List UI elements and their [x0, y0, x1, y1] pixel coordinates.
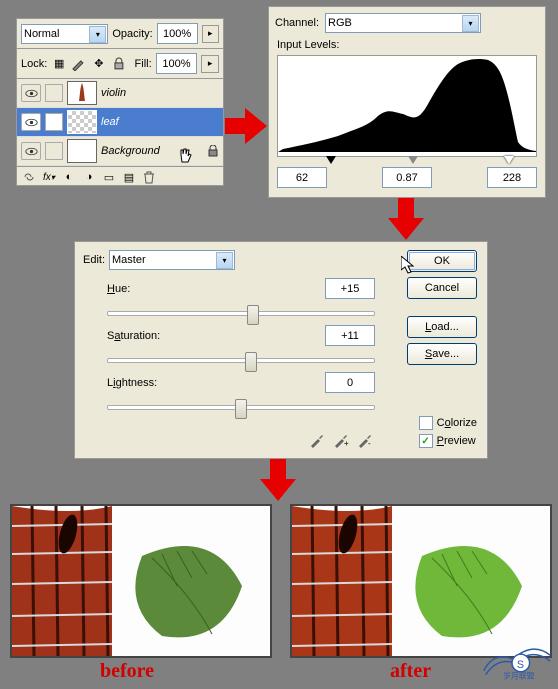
- fx-icon[interactable]: fx▾: [41, 169, 57, 185]
- mask-icon[interactable]: ◐: [61, 169, 77, 185]
- highlight-slider[interactable]: [504, 156, 514, 164]
- opacity-input[interactable]: 100%: [157, 23, 198, 44]
- colorize-checkbox[interactable]: [419, 416, 433, 430]
- colorize-label: Colorize: [437, 417, 477, 429]
- shadow-value: 62: [296, 172, 308, 184]
- layer-thumb: [67, 139, 97, 163]
- lock-transparency-icon[interactable]: ▦: [51, 56, 67, 72]
- link-icon[interactable]: [21, 169, 37, 185]
- eyedropper-plus-icon[interactable]: +: [333, 432, 349, 448]
- gamma-value: 0.87: [396, 172, 417, 184]
- edit-select[interactable]: Master ▾: [109, 250, 235, 270]
- gamma-slider[interactable]: [408, 156, 418, 164]
- before-caption: before: [100, 660, 154, 683]
- lock-label: Lock:: [21, 58, 47, 70]
- layer-thumb: [67, 110, 97, 134]
- ok-button[interactable]: OK: [407, 250, 477, 272]
- watermark-logo: S 岁月联盟: [474, 641, 552, 681]
- preview-label: Preview: [437, 435, 476, 447]
- after-caption: after: [390, 660, 431, 683]
- chevron-down-icon: ▾: [216, 252, 233, 269]
- layer-name: leaf: [101, 116, 219, 128]
- group-icon[interactable]: ▭: [101, 169, 117, 185]
- lightness-value: 0: [347, 377, 353, 389]
- channel-value: RGB: [328, 17, 352, 29]
- opacity-label: Opacity:: [112, 28, 152, 40]
- link-cell[interactable]: [45, 142, 63, 160]
- opacity-value: 100%: [163, 28, 191, 40]
- saturation-value: +11: [341, 330, 359, 342]
- hand-cursor-icon: [177, 147, 193, 165]
- blend-mode-select[interactable]: Normal ▾: [21, 24, 108, 44]
- svg-text:-: -: [368, 439, 371, 448]
- cancel-button[interactable]: Cancel: [407, 277, 477, 299]
- layers-panel: Normal▾ Opacity: 100% ▸ Lock: ▦ ✥ Fill: …: [16, 18, 224, 186]
- lightness-input[interactable]: 0: [325, 372, 375, 393]
- svg-text:岁月联盟: 岁月联盟: [503, 671, 534, 681]
- chevron-down-icon: ▾: [462, 15, 479, 32]
- arrow-cursor-icon: [401, 256, 417, 274]
- cancel-label: Cancel: [425, 282, 459, 294]
- hue-value: +15: [341, 283, 360, 295]
- layer-thumb: [67, 81, 97, 105]
- fill-flyout-button[interactable]: ▸: [201, 55, 219, 73]
- hue-slider[interactable]: [107, 301, 375, 323]
- load-button[interactable]: Load...: [407, 316, 477, 338]
- gamma-input[interactable]: 0.87: [382, 167, 432, 188]
- save-button[interactable]: Save...: [407, 343, 477, 365]
- lightness-slider[interactable]: [107, 395, 375, 417]
- lock-icon: [207, 145, 219, 157]
- trash-icon[interactable]: [141, 169, 157, 185]
- shadow-input[interactable]: 62: [277, 167, 327, 188]
- hue-label: Hue:: [107, 283, 130, 295]
- hue-saturation-dialog: Edit: Master ▾ Hue: +15 Saturation: +11 Lig…: [74, 241, 488, 459]
- lock-all-icon[interactable]: [111, 56, 127, 72]
- visibility-toggle[interactable]: [21, 142, 41, 160]
- eyedropper-minus-icon[interactable]: -: [357, 432, 373, 448]
- layer-row-leaf[interactable]: leaf: [17, 108, 223, 137]
- blend-mode-value: Normal: [24, 28, 59, 40]
- svg-text:S: S: [517, 659, 524, 671]
- red-arrow-down-icon: [388, 198, 424, 240]
- levels-panel: Channel: RGB ▾ Input Levels: 62 0.87 228: [268, 6, 546, 198]
- after-image: [290, 504, 552, 658]
- ok-label: OK: [434, 255, 450, 267]
- visibility-toggle[interactable]: [21, 113, 41, 131]
- channel-select[interactable]: RGB ▾: [325, 13, 481, 33]
- preview-checkbox[interactable]: ✓: [419, 434, 433, 448]
- fill-input[interactable]: 100%: [156, 53, 198, 74]
- input-levels-label: Input Levels:: [277, 39, 339, 51]
- lock-paint-icon[interactable]: [71, 56, 87, 72]
- chevron-down-icon: ▾: [89, 26, 106, 43]
- edit-value: Master: [112, 254, 146, 266]
- red-arrow-right-icon: [225, 108, 267, 144]
- saturation-slider[interactable]: [107, 348, 375, 370]
- link-cell[interactable]: [45, 113, 63, 131]
- hue-input[interactable]: +15: [325, 278, 375, 299]
- eyedropper-icon[interactable]: [309, 432, 325, 448]
- red-arrow-down-icon: [260, 459, 296, 501]
- highlight-value: 228: [503, 172, 521, 184]
- visibility-toggle[interactable]: [21, 84, 41, 102]
- channel-label: Channel:: [275, 17, 319, 29]
- highlight-input[interactable]: 228: [487, 167, 537, 188]
- saturation-input[interactable]: +11: [325, 325, 375, 346]
- saturation-label: Saturation:: [107, 330, 160, 342]
- adjustment-icon[interactable]: ◑: [81, 169, 97, 185]
- link-cell[interactable]: [45, 84, 63, 102]
- histogram[interactable]: [277, 55, 537, 157]
- shadow-slider[interactable]: [326, 156, 336, 164]
- layers-footer: fx▾ ◐ ◑ ▭ ▤: [17, 166, 223, 187]
- fill-label: Fill:: [135, 58, 152, 70]
- opacity-flyout-button[interactable]: ▸: [202, 25, 220, 43]
- svg-text:+: +: [344, 439, 349, 448]
- new-layer-icon[interactable]: ▤: [121, 169, 137, 185]
- before-image: [10, 504, 272, 658]
- fill-value: 100%: [162, 58, 190, 70]
- layer-name: violin: [101, 87, 219, 99]
- lightness-label: Lightness:: [107, 377, 157, 389]
- lock-move-icon[interactable]: ✥: [91, 56, 107, 72]
- edit-label: Edit:: [83, 254, 105, 266]
- layer-row-violin[interactable]: violin: [17, 79, 223, 108]
